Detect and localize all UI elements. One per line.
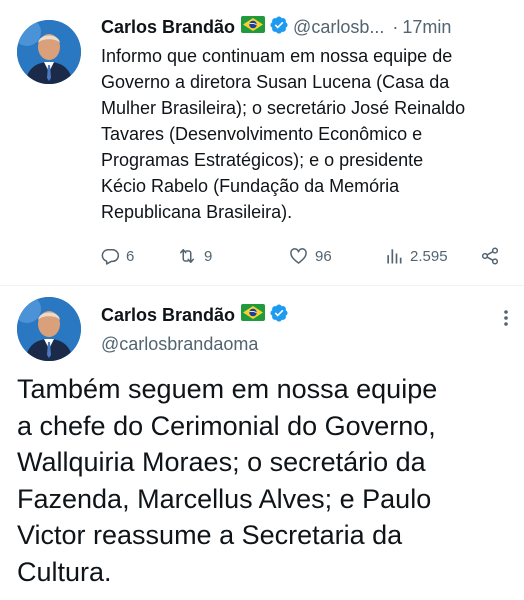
tweet-text-line: Programas Estratégicos); e o presidente: [101, 150, 424, 170]
tweet-timestamp[interactable]: 17min: [402, 17, 451, 38]
tweet-text: Informo que continuam em nossa equipe de…: [101, 43, 513, 225]
tweet-header: Carlos Brandão: [101, 302, 289, 328]
view-count: 2.595: [410, 247, 448, 265]
tweet-action-bar: 6 9 96 2.595: [100, 242, 510, 270]
author-avatar[interactable]: [17, 20, 81, 84]
more-options-icon[interactable]: [496, 308, 516, 328]
tweet-text-line: Tavares (Desenvolvimento Econômico e: [101, 124, 423, 144]
brazil-flag-icon: [241, 304, 266, 326]
tweet-header: Carlos Brandão @carlosb... · 17min: [101, 14, 506, 40]
share-icon: [481, 247, 499, 265]
tweet-text-line: Informo que continuam em nossa equipe de: [101, 46, 453, 66]
share-button[interactable]: [480, 242, 500, 270]
author-handle[interactable]: @carlosbrandaoma: [101, 334, 258, 355]
separator-dot: ·: [392, 16, 399, 37]
views-button[interactable]: 2.595: [384, 242, 448, 270]
author-avatar[interactable]: [17, 297, 81, 361]
retweet-icon: [180, 249, 194, 263]
tweet-text-line: Cultura.: [17, 556, 112, 587]
tweet-divider: [0, 285, 524, 286]
author-name[interactable]: Carlos Brandão: [101, 305, 235, 326]
views-icon: [387, 249, 402, 264]
tweet-text-line: Fazenda, Marcellus Alves; e Paulo: [17, 483, 432, 514]
verified-badge-icon: [269, 303, 289, 328]
tweet-text: Também seguem em nossa equipe a chefe do…: [17, 371, 517, 590]
tweet-text-line: Mulher Brasileira); o secretário José Re…: [101, 98, 466, 118]
reply-button[interactable]: 6: [100, 242, 134, 270]
heart-icon: [290, 248, 307, 264]
verified-badge-icon: [269, 15, 289, 40]
tweet-text-line: Também seguem em nossa equipe: [17, 374, 438, 404]
tweet-text-line: Wallquiria Moraes; o secretário da: [17, 447, 426, 477]
like-count: 96: [315, 247, 332, 265]
like-button[interactable]: 96: [288, 242, 332, 270]
retweet-button[interactable]: 9: [176, 242, 212, 270]
author-handle[interactable]: @carlosb...: [293, 17, 384, 38]
tweet-text-line: a chefe do Cerimonial do Governo,: [17, 410, 436, 441]
tweet-text-line: Victor reassume a Secretaria da: [17, 520, 403, 550]
tweet-text-line: Kécio Rabelo (Fundação da Memória: [101, 176, 400, 196]
tweet-text-line: Republicana Brasileira).: [101, 202, 293, 222]
author-name[interactable]: Carlos Brandão: [101, 17, 235, 38]
retweet-count: 9: [204, 247, 213, 265]
reply-icon: [101, 249, 120, 265]
reply-count: 6: [126, 247, 135, 265]
tweet-text-line: Governo a diretora Susan Lucena (Casa da: [101, 72, 450, 92]
brazil-flag-icon: [241, 16, 266, 38]
